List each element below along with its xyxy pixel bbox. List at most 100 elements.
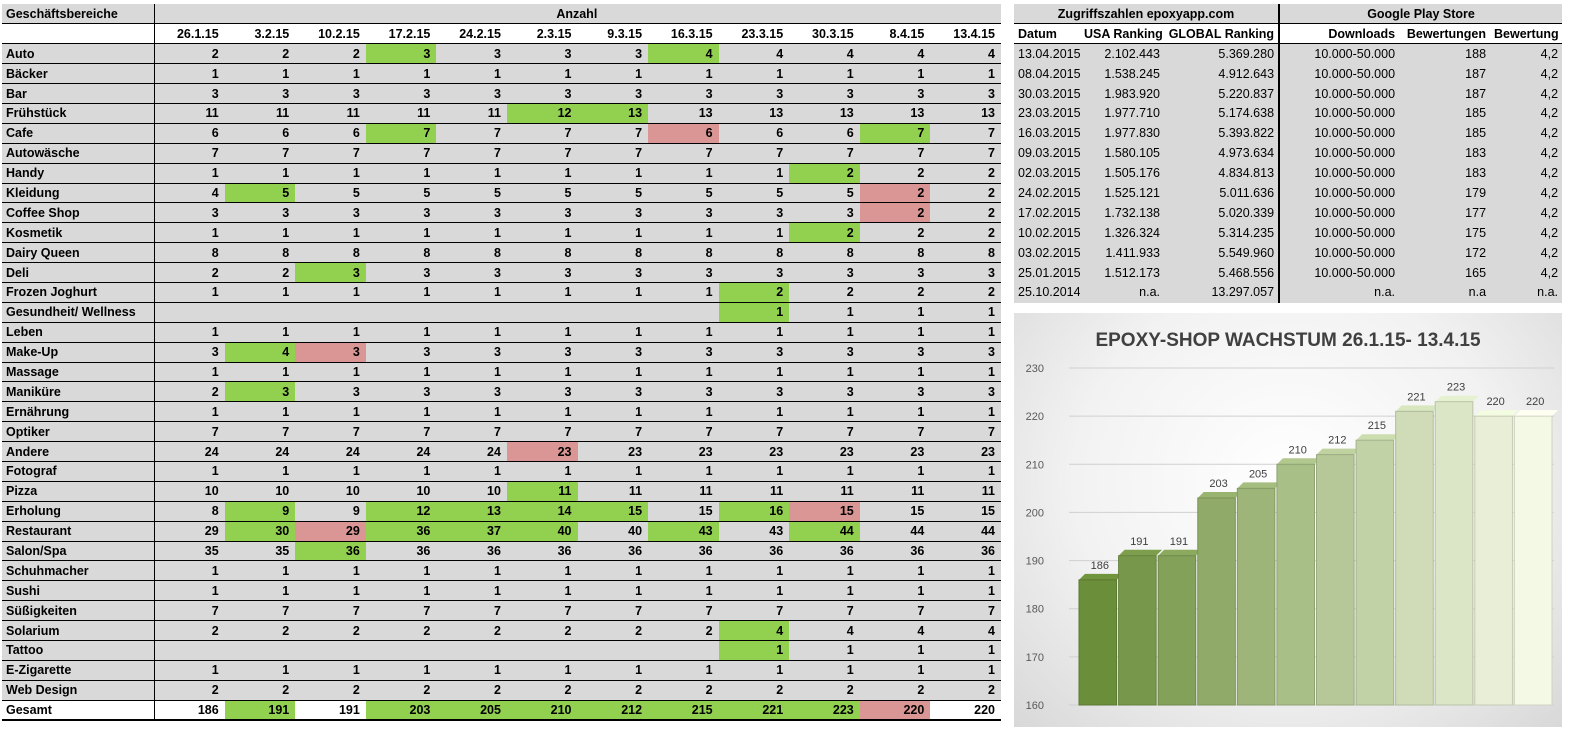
count-cell: 3: [859, 381, 931, 403]
count-cell: 4: [859, 620, 931, 641]
count-cell: 1: [506, 63, 578, 85]
count-cell: 4: [930, 43, 1001, 65]
bar-top: [1316, 448, 1361, 455]
count-cell: 1: [930, 302, 1001, 323]
count-cell: 35: [224, 541, 296, 562]
count-cell: 2: [154, 620, 225, 641]
category-name: Maniküre: [2, 381, 155, 403]
decrease-cell: 2: [859, 202, 931, 224]
count-cell: 4: [154, 183, 225, 204]
count-cell: 1: [154, 63, 225, 85]
table-row: Dairy Queen 8 8 8 8 8 8 8 8 8 8 8 8: [2, 242, 1001, 264]
bar: [1355, 439, 1395, 706]
stats-column-header: GLOBAL Ranking: [1164, 23, 1281, 45]
count-cell: 1: [365, 322, 437, 343]
table-row: Süßigkeiten 7 7 7 7 7 7 7 7 7 7 7 7: [2, 600, 1001, 622]
date-column-header: 13.4.15: [930, 23, 1001, 45]
increase-cell: 13: [577, 103, 649, 124]
count-cell: 7: [436, 123, 507, 144]
bar: [1316, 454, 1355, 706]
stats-cell: 5.369.280: [1164, 43, 1281, 65]
count-cell: 3: [506, 43, 578, 65]
count-cell: [506, 640, 578, 661]
category-name: Handy: [2, 163, 155, 184]
count-cell: 1: [295, 660, 366, 681]
count-cell: 3: [436, 83, 507, 104]
y-tick-label: 200: [1026, 507, 1044, 519]
category-name: Erholung: [2, 501, 155, 522]
stats-cell: 23.03.2015: [1014, 103, 1080, 124]
count-cell: 1: [224, 222, 296, 244]
count-cell: 11: [224, 103, 296, 124]
count-cell: 1: [436, 163, 507, 184]
count-cell: 2: [506, 680, 578, 701]
stats-row: 10.02.2015 1.326.324 5.314.235 10.000-50.00…: [1014, 222, 1563, 244]
count-cell: 4: [859, 43, 931, 65]
count-cell: 24: [436, 441, 507, 462]
count-cell: [577, 302, 649, 323]
bar-top: [1118, 549, 1163, 556]
increase-cell: 14: [506, 501, 578, 522]
bar-top: [1474, 410, 1519, 417]
total-cell: 205: [436, 699, 507, 722]
increase-cell: 43: [648, 521, 719, 542]
count-cell: 1: [295, 362, 366, 383]
count-cell: 8: [154, 501, 225, 522]
count-cell: 1: [648, 401, 719, 423]
count-cell: 3: [365, 202, 437, 224]
count-cell: 1: [295, 580, 366, 602]
count-cell: 1: [577, 362, 649, 383]
count-cell: 2: [930, 163, 1001, 184]
date-column-header: 26.1.15: [154, 23, 225, 45]
count-cell: 1: [436, 282, 507, 303]
count-cell: 2: [789, 680, 860, 701]
count-cell: 11: [930, 481, 1001, 502]
count-cell: 1: [648, 461, 719, 482]
stats-cell: 1.983.920: [1080, 83, 1164, 104]
increase-cell: 2: [718, 282, 790, 303]
stats-row: 25.10.2014 n.a. 13.297.057 n.a. n.a n.a.: [1014, 282, 1563, 303]
total-cell: 191: [295, 699, 366, 722]
count-cell: 1: [859, 580, 931, 602]
stats-cell: 10.000-50.000: [1279, 242, 1400, 264]
count-cell: 4: [930, 620, 1001, 641]
count-cell: 7: [436, 143, 507, 164]
date-column-header: 24.2.15: [436, 23, 507, 45]
count-cell: 3: [506, 381, 578, 403]
increase-cell: 9: [224, 501, 296, 522]
count-cell: 3: [789, 202, 860, 224]
count-cell: 1: [295, 282, 366, 303]
count-cell: 3: [859, 342, 931, 363]
count-cell: 1: [365, 222, 437, 244]
count-cell: 1: [154, 362, 225, 383]
category-name: Tattoo: [2, 640, 155, 661]
count-cell: 36: [436, 541, 507, 562]
count-cell: 1: [930, 560, 1001, 582]
stats-column-header-row: Datum USA Ranking GLOBAL Ranking Downloads B…: [1014, 23, 1563, 45]
count-cell: 1: [577, 222, 649, 244]
stats-column-header: Bewertungen: [1399, 23, 1491, 45]
count-cell: 3: [648, 342, 719, 363]
count-cell: 13: [859, 103, 931, 124]
count-cell: 5: [648, 183, 719, 204]
count-cell: 13: [930, 103, 1001, 124]
table-row: Kleidung 4 5 5 5 5 5 5 5 5 5 2 2: [2, 183, 1001, 204]
stats-cell: 4,2: [1490, 83, 1563, 104]
category-name: Ernährung: [2, 401, 155, 423]
count-cell: 11: [718, 481, 790, 502]
count-cell: 44: [930, 521, 1001, 542]
stats-column-header: Downloads: [1279, 23, 1400, 45]
count-cell: 23: [648, 441, 719, 462]
category-name: Leben: [2, 322, 155, 343]
count-cell: [506, 302, 578, 323]
stats-cell: 187: [1399, 83, 1491, 104]
bar: [1157, 555, 1197, 706]
count-cell: 7: [718, 600, 790, 622]
count-cell: 7: [436, 421, 507, 443]
count-cell: 1: [224, 660, 296, 681]
count-cell: 3: [930, 342, 1001, 363]
count-cell: 7: [365, 143, 437, 164]
count-cell: 7: [577, 421, 649, 443]
count-cell: 1: [577, 580, 649, 602]
stats-cell: 4,2: [1490, 183, 1563, 204]
